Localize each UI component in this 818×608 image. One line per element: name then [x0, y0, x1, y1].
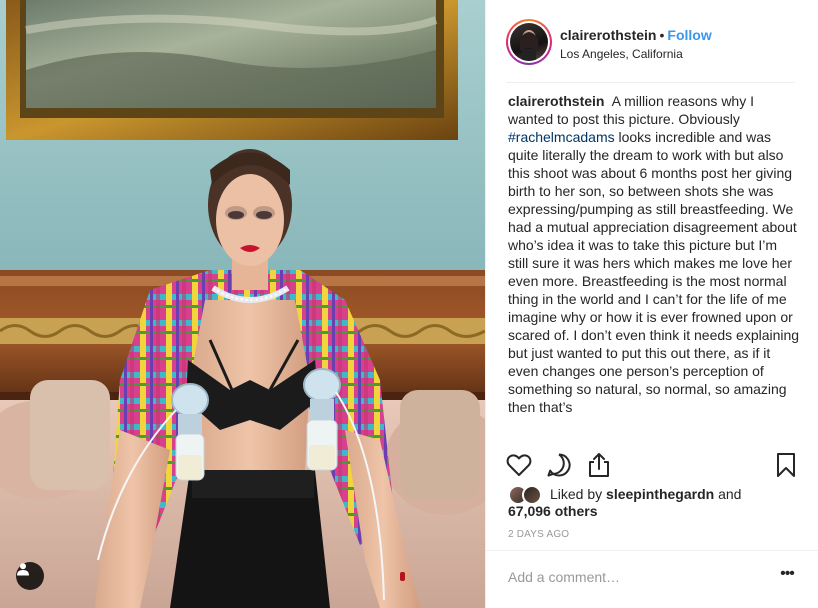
instagram-post: clairerothstein • Follow Los Angeles, Cali…	[0, 0, 818, 608]
header-separator: •	[659, 27, 665, 43]
comment-button[interactable]	[545, 451, 573, 479]
location-link[interactable]: Los Angeles, California	[560, 47, 683, 61]
share-icon	[589, 453, 609, 477]
share-button[interactable]	[585, 451, 613, 479]
more-options-button[interactable]: •••	[776, 565, 798, 587]
like-button[interactable]	[505, 451, 533, 479]
save-button[interactable]	[772, 451, 800, 479]
header-divider	[506, 82, 795, 83]
comment-bubble-icon	[547, 453, 571, 477]
caption-username[interactable]: clairerothstein	[508, 93, 604, 109]
bookmark-icon	[777, 453, 795, 477]
liked-by-conjunction: and	[718, 486, 742, 502]
post-sidebar: clairerothstein • Follow Los Angeles, Cali…	[485, 0, 818, 608]
liked-by-prefix: Liked by	[550, 486, 603, 502]
hashtag-link[interactable]: #rachelmcadams	[508, 129, 615, 145]
post-caption: clairerothstein A million reasons why I …	[508, 92, 800, 442]
tagged-user-button[interactable]	[16, 562, 44, 590]
comment-input[interactable]	[508, 566, 758, 588]
heart-icon	[506, 454, 532, 476]
liker-avatar[interactable]	[522, 485, 542, 505]
caption-text-continued: looks incredible and was quite literally…	[508, 129, 800, 415]
others-count[interactable]: 67,096 others	[508, 503, 598, 519]
likes-count[interactable]: 67,096 others	[508, 503, 598, 519]
avatar-image	[510, 23, 548, 61]
header-username[interactable]: clairerothstein	[560, 27, 656, 43]
photo-illustration	[0, 0, 485, 608]
post-photo[interactable]	[0, 0, 485, 608]
avatar[interactable]	[506, 19, 552, 65]
comment-form: •••	[486, 550, 818, 608]
post-header: clairerothstein • Follow Los Angeles, Cali…	[486, 0, 818, 83]
liked-by-username[interactable]: sleepinthegardn	[606, 486, 714, 502]
post-timestamp[interactable]: 2 DAYS AGO	[508, 529, 569, 540]
action-bar	[486, 447, 818, 481]
follow-button[interactable]: Follow	[667, 27, 711, 43]
person-icon	[17, 563, 29, 576]
